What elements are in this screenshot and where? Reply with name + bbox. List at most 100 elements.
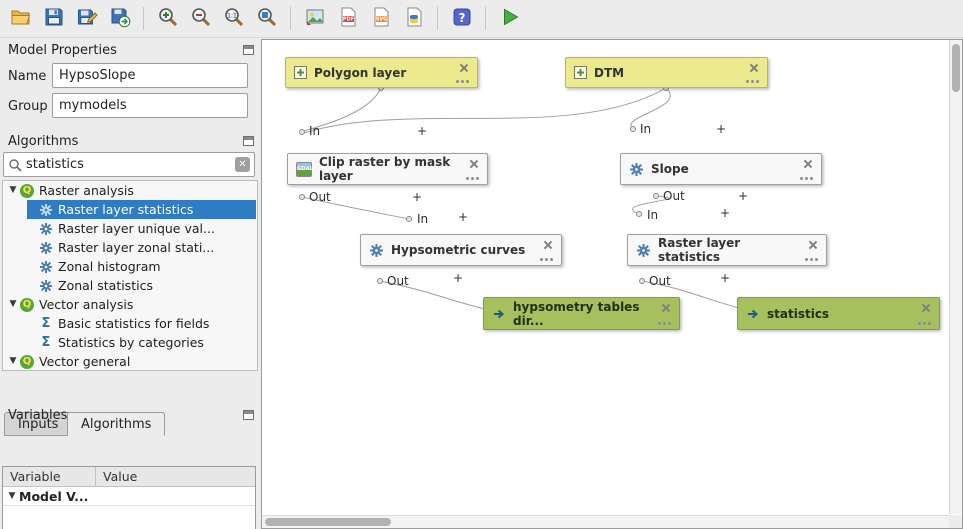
export-svg-button[interactable]: SVG (365, 3, 396, 34)
socket-out-label[interactable]: Out (663, 189, 685, 203)
run-model-button[interactable] (494, 3, 525, 34)
socket-in-label[interactable]: In (647, 208, 658, 222)
socket-in-label[interactable]: In (309, 124, 320, 138)
socket-out-label[interactable]: Out (309, 190, 331, 204)
socket-in-label[interactable]: In (640, 122, 651, 136)
float-panel-icon[interactable] (243, 410, 254, 420)
node-hypsometric-curves[interactable]: Hypsometric curves (360, 234, 562, 266)
node-clip-raster-by-mask-layer[interactable]: GDAL Clip raster by mask layer (287, 153, 488, 185)
toolbar-separator (290, 7, 291, 30)
delete-node-icon[interactable] (807, 240, 817, 250)
clear-search-icon[interactable]: ✕ (235, 157, 250, 172)
delete-node-icon[interactable] (660, 303, 670, 313)
gdal-icon: GDAL (296, 162, 312, 177)
node-options-icon[interactable] (805, 258, 818, 261)
horizontal-scrollbar-handle[interactable] (265, 518, 391, 526)
tree-item-zonal-statistics[interactable]: Zonal statistics (27, 276, 256, 295)
expand-socket-icon[interactable]: + (720, 206, 730, 220)
gear-icon (39, 203, 53, 217)
socket-in-label[interactable]: In (417, 212, 428, 226)
variables-group-row[interactable]: ▼ Model V... (3, 487, 255, 506)
chevron-down-icon[interactable]: ▼ (6, 295, 20, 314)
float-panel-icon[interactable] (243, 136, 254, 146)
tree-item-zonal-histogram[interactable]: Zonal histogram (27, 257, 256, 276)
edit-help-button[interactable]: ? (446, 3, 477, 34)
model-canvas[interactable]: Polygon layer DTM In + In + GDAL Clip ra… (262, 40, 949, 514)
node-hypsometry-tables-output[interactable]: hypsometry tables dir... (483, 297, 680, 330)
input-parameter-icon (294, 66, 307, 79)
expand-socket-icon[interactable]: + (417, 124, 427, 138)
export-script-icon (403, 6, 425, 31)
horizontal-scrollbar[interactable] (262, 515, 949, 528)
node-options-icon[interactable] (918, 322, 931, 325)
tree-item-statistics-by-categories[interactable]: Σ Statistics by categories (27, 333, 256, 352)
node-statistics-output[interactable]: statistics (737, 297, 940, 330)
save-model-in-project-button[interactable] (104, 3, 135, 34)
node-options-icon[interactable] (658, 322, 671, 325)
socket-out-label[interactable]: Out (387, 274, 409, 288)
gear-icon (636, 243, 651, 258)
delete-node-icon[interactable] (468, 159, 478, 169)
svg-text:?: ? (458, 11, 465, 25)
vertical-scrollbar[interactable] (949, 40, 962, 514)
export-pdf-button[interactable]: PDF (332, 3, 363, 34)
input-parameter-icon (574, 66, 587, 79)
gear-icon (39, 222, 53, 236)
expand-socket-icon[interactable]: + (720, 271, 730, 285)
expand-socket-icon[interactable]: + (458, 210, 468, 224)
vertical-scrollbar-handle[interactable] (952, 44, 960, 92)
save-model-as-button[interactable] (71, 3, 102, 34)
zoom-in-button[interactable] (152, 3, 183, 34)
delete-node-icon[interactable] (542, 240, 552, 250)
expand-socket-icon[interactable]: + (412, 190, 422, 204)
socket-out-label[interactable]: Out (649, 274, 671, 288)
export-script-button[interactable] (398, 3, 429, 34)
node-options-icon[interactable] (466, 177, 479, 180)
tree-group-vector-analysis[interactable]: ▼ Q Vector analysis (6, 295, 256, 314)
expand-socket-icon[interactable]: + (453, 271, 463, 285)
delete-node-icon[interactable] (748, 63, 758, 73)
float-panel-icon[interactable] (243, 45, 254, 55)
column-value[interactable]: Value (96, 467, 144, 486)
folder-open-icon (10, 6, 32, 31)
node-slope[interactable]: Slope (620, 153, 822, 185)
delete-node-icon[interactable] (458, 63, 468, 73)
chevron-down-icon[interactable]: ▼ (6, 352, 20, 371)
chevron-down-icon[interactable]: ▼ (6, 181, 20, 200)
zoom-out-button[interactable] (185, 3, 216, 34)
model-group-input[interactable] (52, 93, 248, 118)
tree-group-vector-general[interactable]: ▼ Q Vector general (6, 352, 256, 371)
expand-socket-icon[interactable]: + (716, 122, 726, 136)
svg-text:PDF: PDF (342, 17, 353, 23)
open-model-button[interactable] (5, 3, 36, 34)
algorithms-title: Algorithms (8, 134, 78, 149)
column-variable[interactable]: Variable (3, 467, 96, 486)
node-options-icon[interactable] (540, 258, 553, 261)
tree-group-raster-analysis[interactable]: ▼ Q Raster analysis (6, 181, 256, 200)
export-image-button[interactable] (299, 3, 330, 34)
tree-item-raster-layer-unique-values[interactable]: Raster layer unique val... (27, 219, 256, 238)
qgis-provider-icon: Q (20, 184, 34, 198)
delete-node-icon[interactable] (802, 159, 812, 169)
node-options-icon[interactable] (746, 80, 759, 83)
node-dtm[interactable]: DTM (565, 57, 768, 88)
tab-algorithms[interactable]: Algorithms (67, 412, 165, 436)
zoom-actual-button[interactable]: 1:1 (218, 3, 249, 34)
tree-item-basic-statistics-for-fields[interactable]: Σ Basic statistics for fields (27, 314, 256, 333)
node-raster-layer-statistics[interactable]: Raster layer statistics (627, 234, 827, 266)
zoom-full-button[interactable] (251, 3, 282, 34)
help-icon: ? (451, 6, 473, 31)
node-options-icon[interactable] (456, 80, 469, 83)
node-options-icon[interactable] (800, 177, 813, 180)
tree-item-raster-layer-statistics[interactable]: Raster layer statistics (27, 200, 256, 219)
node-polygon-layer[interactable]: Polygon layer (285, 57, 478, 88)
toolbar-separator (437, 7, 438, 30)
tree-item-raster-layer-zonal-statistics[interactable]: Raster layer zonal stati... (27, 238, 256, 257)
search-input[interactable] (22, 157, 235, 172)
model-name-input[interactable] (52, 63, 248, 88)
chevron-down-icon[interactable]: ▼ (5, 487, 19, 506)
expand-socket-icon[interactable]: + (738, 189, 748, 203)
delete-node-icon[interactable] (920, 303, 930, 313)
export-svg-icon: SVG (370, 6, 392, 31)
save-model-button[interactable] (38, 3, 69, 34)
